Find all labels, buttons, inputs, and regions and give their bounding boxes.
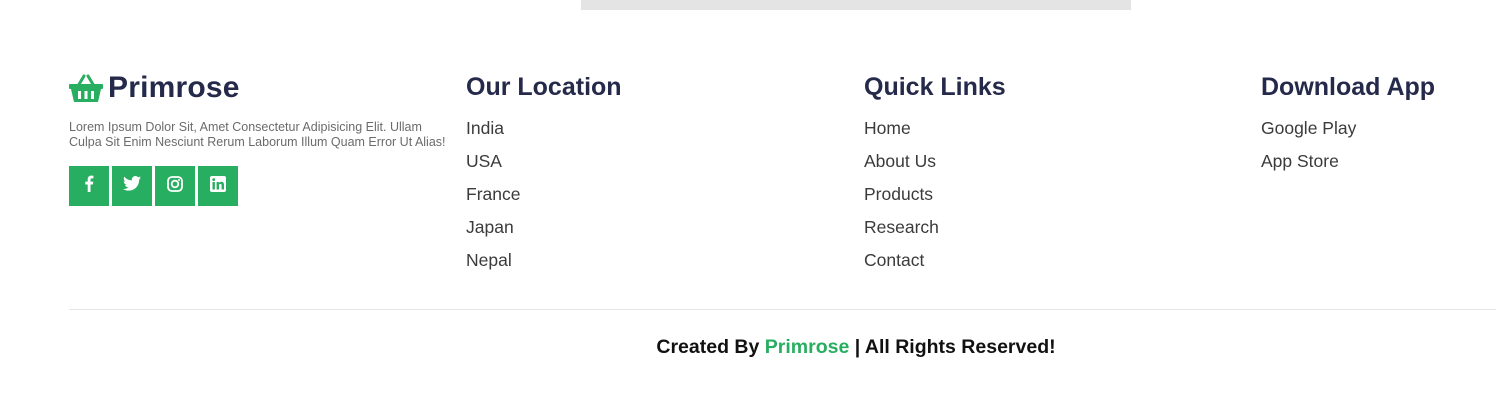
credit-line: Created By Primrose | All Rights Reserve… [0,336,1496,359]
top-bar [581,0,1131,10]
download-link-google-play[interactable]: Google Play [1261,117,1435,150]
download-link-app-store[interactable]: App Store [1261,150,1435,183]
location-link-india[interactable]: India [466,117,622,150]
quick-link-home[interactable]: Home [864,117,1006,150]
location-link-nepal[interactable]: Nepal [466,249,622,282]
quick-link-research[interactable]: Research [864,216,1006,249]
facebook-icon [84,175,94,197]
quick-links-column: Quick Links Home About Us Products Resea… [864,68,1006,282]
basket-icon [69,74,103,102]
quick-links-list: Home About Us Products Research Contact [864,117,1006,282]
brand-name: Primrose [108,71,240,104]
location-link-japan[interactable]: Japan [466,216,622,249]
quick-link-contact[interactable]: Contact [864,249,1006,282]
linkedin-icon [210,175,226,197]
location-link-usa[interactable]: USA [466,150,622,183]
linkedin-button[interactable] [198,166,238,206]
location-link-france[interactable]: France [466,183,622,216]
download-heading: Download App [1261,73,1436,101]
quick-link-about-us[interactable]: About Us [864,150,1006,183]
facebook-button[interactable] [69,166,109,206]
download-list: Google Play App Store [1261,117,1435,183]
brand-logo[interactable]: Primrose [69,68,449,108]
quick-link-products[interactable]: Products [864,183,1006,216]
quick-links-heading: Quick Links [864,73,1006,101]
credit-brand-link[interactable]: Primrose [765,336,850,358]
location-heading: Our Location [466,73,622,101]
twitter-button[interactable] [112,166,152,206]
twitter-icon [123,176,141,196]
location-list: India USA France Japan Nepal [466,117,622,282]
credit-prefix: Created By [656,336,760,358]
credit-suffix: | All Rights Reserved! [854,336,1056,358]
instagram-icon [167,175,183,197]
instagram-button[interactable] [155,166,195,206]
social-links [69,166,449,206]
location-column: Our Location India USA France Japan Nepa… [466,68,622,282]
brand-column: Primrose Lorem Ipsum Dolor Sit, Amet Con… [69,68,449,206]
brand-description: Lorem Ipsum Dolor Sit, Amet Consectetur … [69,120,446,149]
download-column: Download App Google Play App Store [1261,68,1435,183]
footer-divider [69,309,1496,310]
